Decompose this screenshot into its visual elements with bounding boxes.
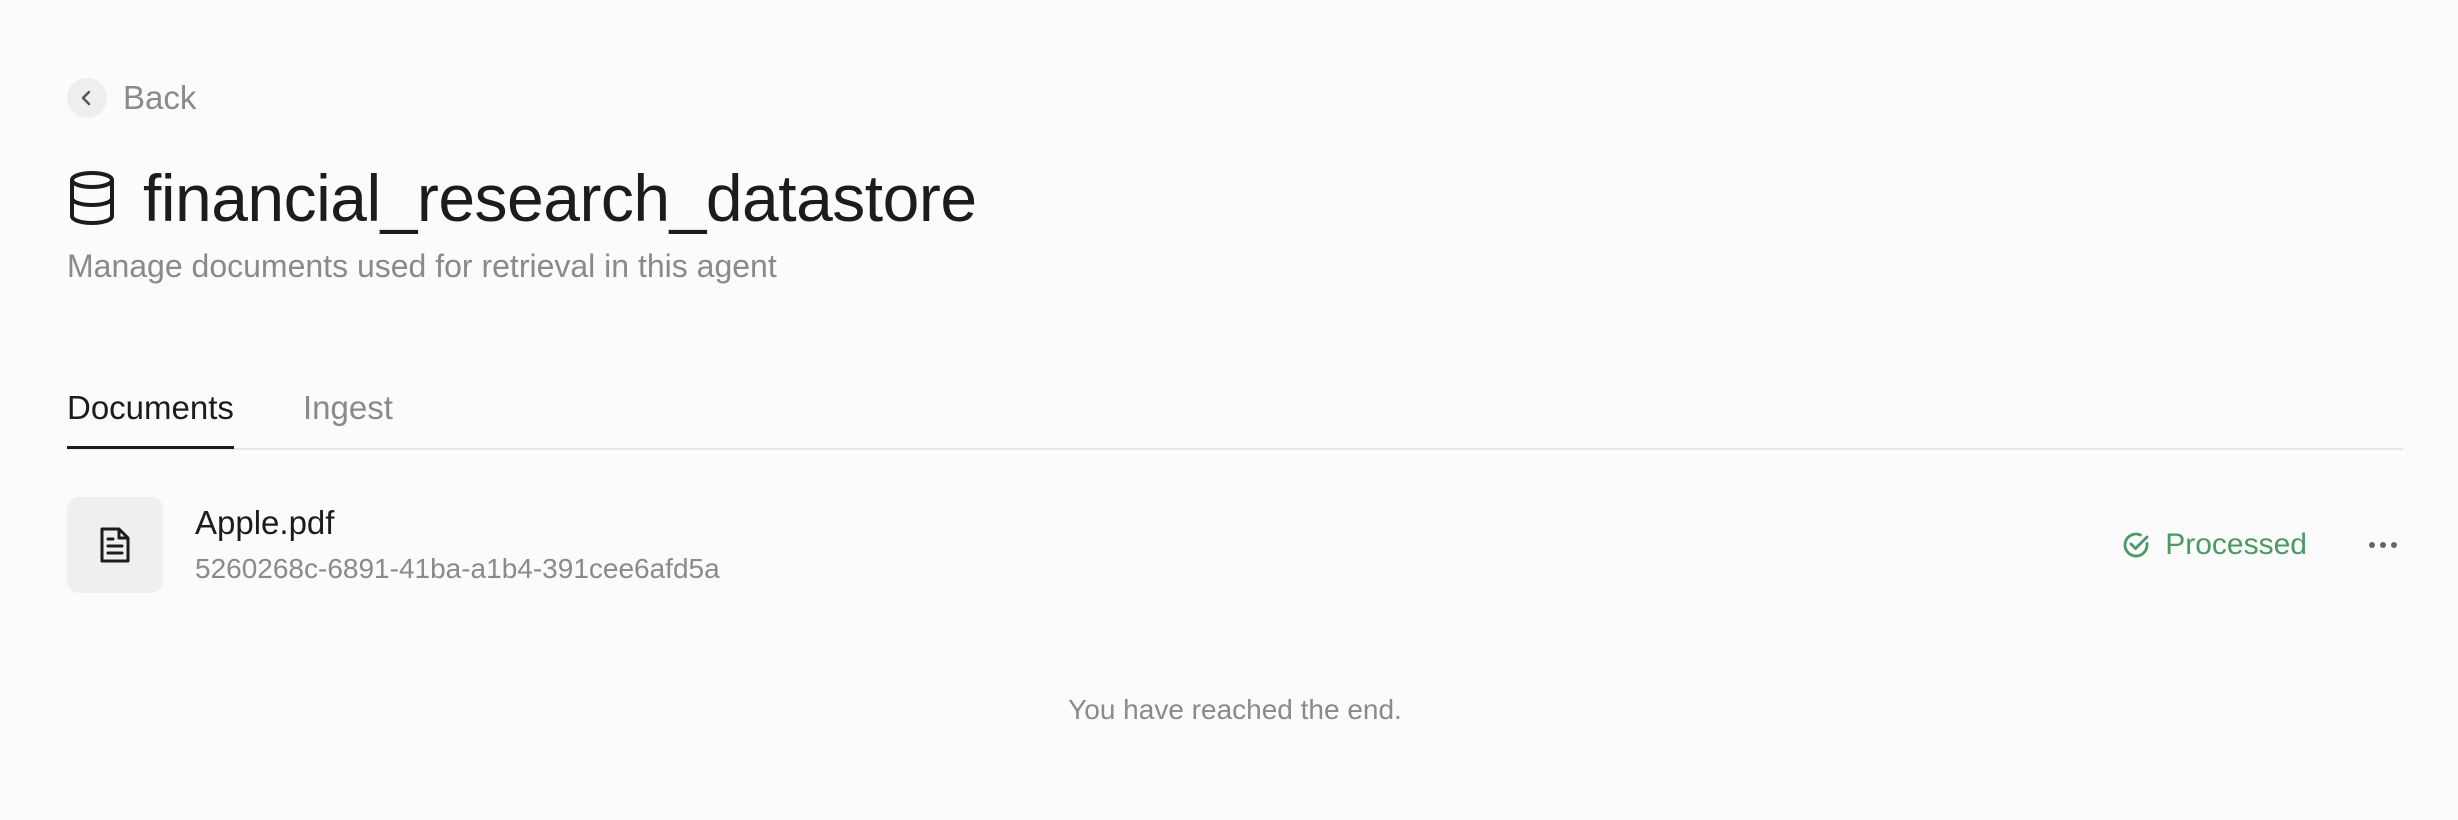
tab-bar: Documents Ingest: [67, 380, 2403, 450]
more-options-button[interactable]: [2363, 525, 2403, 565]
status-badge: Processed: [2121, 525, 2307, 565]
database-icon: [67, 170, 117, 226]
document-row[interactable]: Apple.pdf 5260268c-6891-41ba-a1b4-391cee…: [67, 497, 2403, 594]
page-title: financial_research_datastore: [143, 161, 977, 235]
datastore-page: Back financial_research_datastore Manage…: [67, 0, 2403, 820]
back-label: Back: [123, 79, 197, 116]
tab-documents[interactable]: Documents: [67, 380, 234, 449]
back-icon-circle: [67, 78, 107, 118]
chevron-left-icon: [81, 90, 91, 106]
document-thumbnail: [67, 497, 163, 593]
page-subtitle: Manage documents used for retrieval in t…: [67, 248, 777, 284]
document-name: Apple.pdf: [195, 504, 335, 541]
list-end-message: You have reached the end.: [1068, 694, 1402, 725]
back-button[interactable]: Back: [67, 78, 196, 118]
status-label: Processed: [2165, 528, 2307, 561]
check-circle-icon: [2123, 532, 2149, 558]
more-horizontal-icon: [2369, 542, 2397, 548]
document-id: 5260268c-6891-41ba-a1b4-391cee6afd5a: [195, 553, 720, 584]
page-header: financial_research_datastore: [67, 158, 977, 238]
file-text-icon: [100, 527, 130, 563]
tab-ingest[interactable]: Ingest: [303, 380, 393, 436]
